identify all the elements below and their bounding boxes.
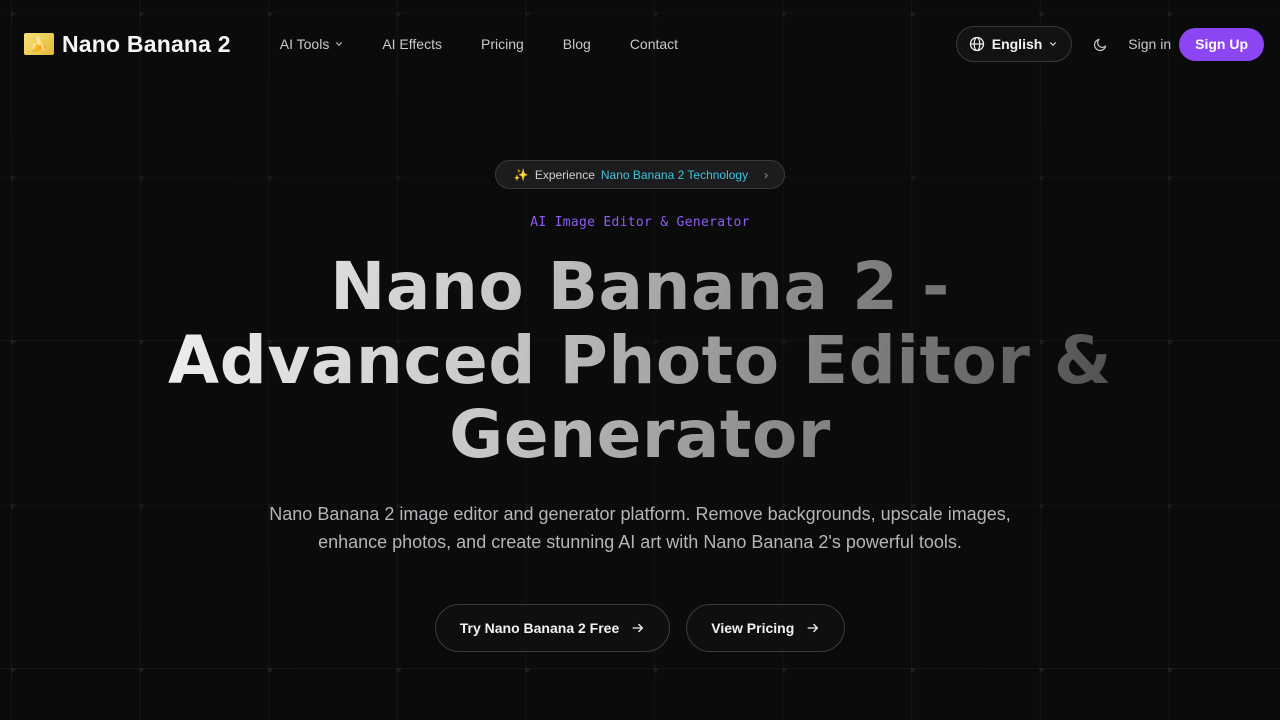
- theme-toggle-button[interactable]: [1082, 26, 1118, 62]
- nav-link-label: AI Tools: [279, 36, 330, 52]
- sign-up-button[interactable]: Sign Up: [1179, 27, 1264, 61]
- hero-headline: Nano Banana 2 - Advanced Photo Editor & …: [140, 250, 1140, 472]
- nav-link-pricing[interactable]: Pricing: [481, 36, 524, 52]
- nav-link-label: Blog: [562, 36, 591, 52]
- chevron-right-icon: ›: [764, 167, 769, 182]
- chevron-down-icon: [336, 42, 343, 46]
- arrow-right-icon: [632, 623, 644, 633]
- hero-cta-group: Try Nano Banana 2 Free View Pricing: [0, 604, 1280, 652]
- pill-prefix: Experience: [534, 167, 595, 182]
- hero-section: ✨ Experience Nano Banana 2 Technology › …: [0, 160, 1280, 652]
- globe-icon: [969, 36, 984, 52]
- banana-emoji-icon: 🍌: [24, 33, 54, 55]
- nav-link-label: AI Effects: [382, 36, 442, 52]
- nav-link-ai-tools[interactable]: AI Tools: [280, 36, 344, 52]
- hero-eyebrow: AI Image Editor & Generator: [530, 215, 750, 230]
- chevron-down-icon: [1050, 42, 1057, 46]
- nav-link-label: Pricing: [480, 36, 524, 52]
- nav-link-contact[interactable]: Contact: [630, 36, 678, 52]
- page: 🍌 Nano Banana 2 AI Tools AI Effects Pric…: [0, 0, 1280, 720]
- nav-links: AI Tools AI Effects Pricing Blog Contact: [280, 36, 678, 52]
- nav-link-ai-effects[interactable]: AI Effects: [382, 36, 442, 52]
- language-label: English: [991, 36, 1043, 52]
- moon-icon: [1093, 38, 1107, 51]
- view-pricing-button[interactable]: View Pricing: [686, 604, 846, 652]
- language-selector[interactable]: English: [955, 26, 1073, 62]
- nav-actions: English Sign in Sign Up: [955, 26, 1264, 62]
- brand[interactable]: 🍌 Nano Banana 2: [24, 31, 231, 58]
- sign-in-link[interactable]: Sign in: [1128, 36, 1171, 52]
- brand-name: Nano Banana 2: [62, 30, 231, 57]
- arrow-right-icon: [807, 623, 819, 633]
- nav-link-label: Contact: [629, 36, 679, 52]
- sparkles-icon: ✨: [513, 167, 529, 182]
- view-pricing-label: View Pricing: [711, 620, 795, 636]
- top-nav: 🍌 Nano Banana 2 AI Tools AI Effects Pric…: [0, 0, 1280, 88]
- try-free-button[interactable]: Try Nano Banana 2 Free: [434, 604, 671, 652]
- try-free-label: Try Nano Banana 2 Free: [459, 620, 620, 636]
- hero-subtitle: Nano Banana 2 image editor and generator…: [269, 504, 1011, 552]
- announcement-pill[interactable]: ✨ Experience Nano Banana 2 Technology ›: [494, 160, 786, 189]
- pill-accent: Nano Banana 2 Technology: [600, 167, 749, 182]
- nav-link-blog[interactable]: Blog: [563, 36, 591, 52]
